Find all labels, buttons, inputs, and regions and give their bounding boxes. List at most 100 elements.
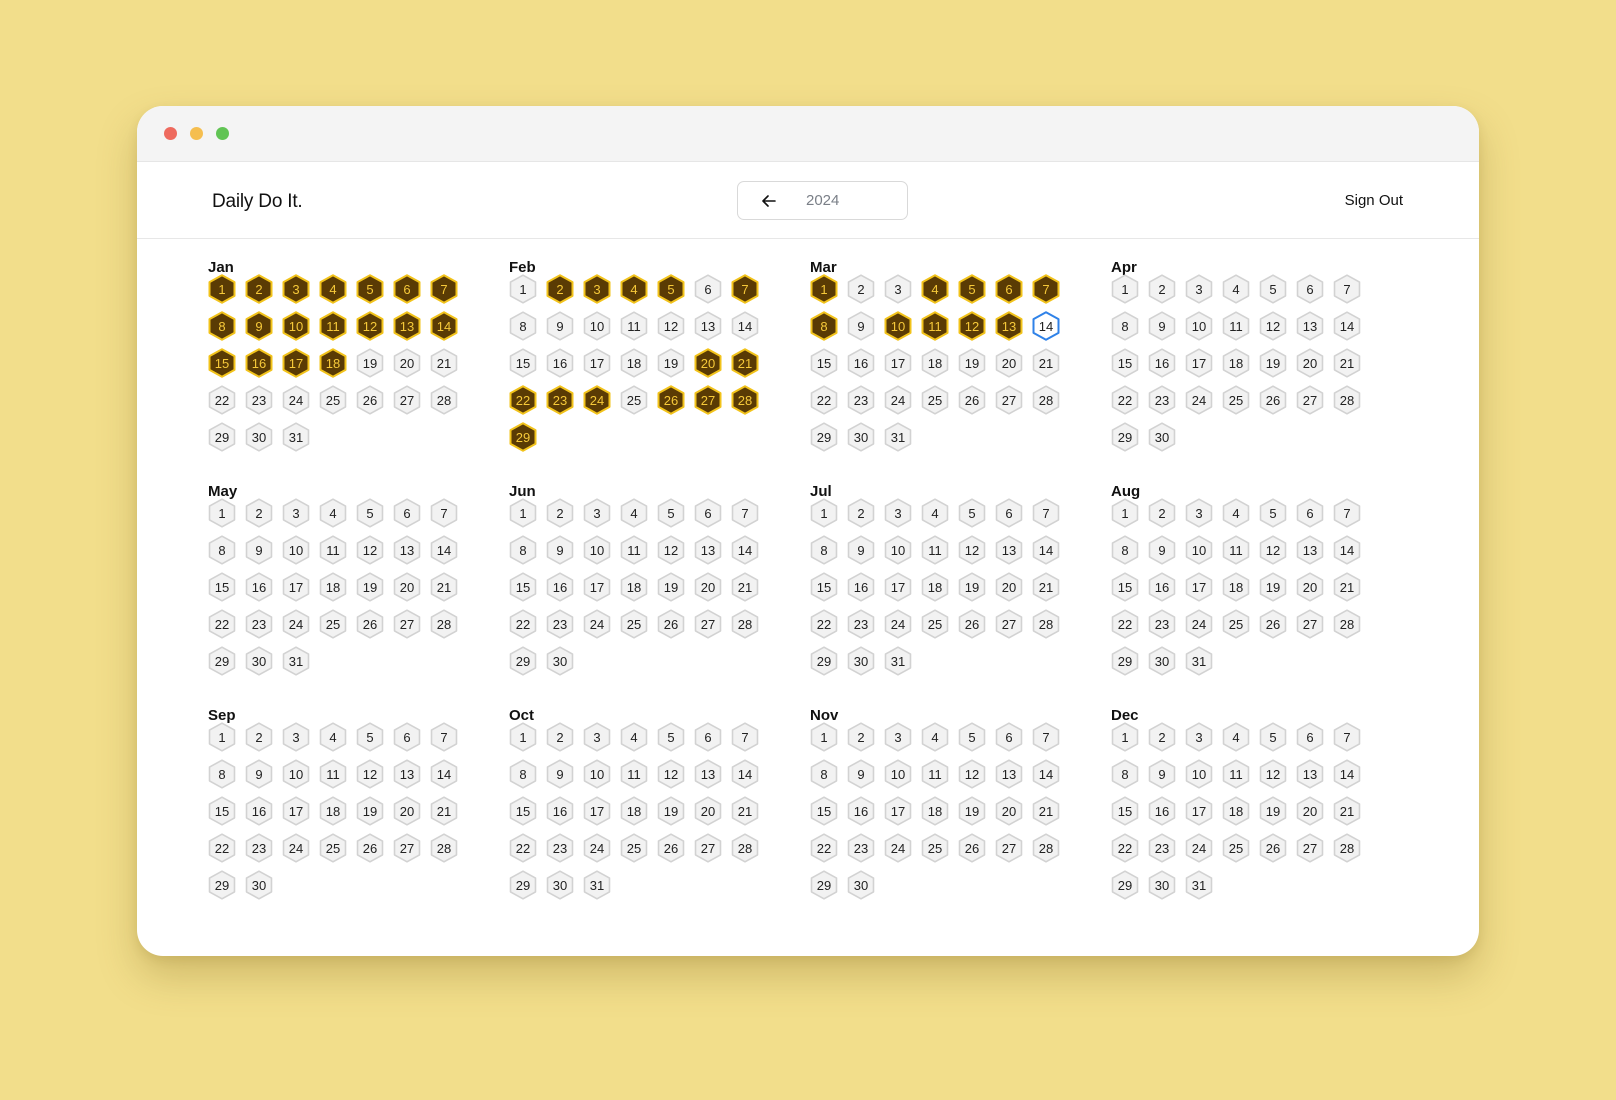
day-cell[interactable]: 28 <box>1331 608 1363 640</box>
day-cell[interactable]: 12 <box>655 758 687 790</box>
day-cell[interactable]: 15 <box>507 347 539 379</box>
day-cell-completed[interactable]: 2 <box>243 273 275 305</box>
day-cell-completed[interactable]: 8 <box>808 310 840 342</box>
day-cell[interactable]: 9 <box>1146 758 1178 790</box>
day-cell[interactable]: 13 <box>692 534 724 566</box>
day-cell[interactable]: 19 <box>354 347 386 379</box>
day-cell[interactable]: 26 <box>1257 608 1289 640</box>
day-cell[interactable]: 25 <box>919 832 951 864</box>
day-cell[interactable]: 20 <box>391 347 423 379</box>
day-cell[interactable]: 27 <box>1294 384 1326 416</box>
day-cell[interactable]: 26 <box>1257 384 1289 416</box>
day-cell[interactable]: 14 <box>1030 758 1062 790</box>
day-cell[interactable]: 4 <box>1220 497 1252 529</box>
day-cell[interactable]: 6 <box>993 497 1025 529</box>
day-cell-completed[interactable]: 5 <box>655 273 687 305</box>
day-cell[interactable]: 3 <box>882 273 914 305</box>
day-cell-completed[interactable]: 4 <box>919 273 951 305</box>
day-cell[interactable]: 4 <box>618 497 650 529</box>
day-cell-completed[interactable]: 27 <box>692 384 724 416</box>
day-cell[interactable]: 22 <box>206 384 238 416</box>
day-cell[interactable]: 19 <box>655 795 687 827</box>
day-cell[interactable]: 1 <box>206 721 238 753</box>
day-cell[interactable]: 17 <box>280 795 312 827</box>
day-cell[interactable]: 8 <box>507 758 539 790</box>
day-cell[interactable]: 4 <box>317 497 349 529</box>
day-cell[interactable]: 5 <box>1257 721 1289 753</box>
day-cell[interactable]: 29 <box>507 645 539 677</box>
day-cell[interactable]: 17 <box>1183 347 1215 379</box>
day-cell[interactable]: 16 <box>544 795 576 827</box>
day-cell[interactable]: 9 <box>544 310 576 342</box>
day-cell[interactable]: 28 <box>1030 608 1062 640</box>
day-cell[interactable]: 16 <box>243 795 275 827</box>
day-cell[interactable]: 18 <box>618 795 650 827</box>
day-cell[interactable]: 20 <box>692 571 724 603</box>
day-cell[interactable]: 26 <box>354 384 386 416</box>
day-cell[interactable]: 20 <box>1294 571 1326 603</box>
day-cell[interactable]: 5 <box>354 497 386 529</box>
day-cell-completed[interactable]: 26 <box>655 384 687 416</box>
day-cell[interactable]: 6 <box>391 497 423 529</box>
day-cell[interactable]: 19 <box>655 571 687 603</box>
day-cell[interactable]: 8 <box>808 534 840 566</box>
day-cell-completed[interactable]: 3 <box>280 273 312 305</box>
day-cell[interactable]: 24 <box>882 832 914 864</box>
day-cell[interactable]: 17 <box>280 571 312 603</box>
day-cell[interactable]: 31 <box>280 645 312 677</box>
day-cell[interactable]: 23 <box>544 832 576 864</box>
day-cell[interactable]: 7 <box>428 721 460 753</box>
day-cell[interactable]: 9 <box>1146 310 1178 342</box>
day-cell[interactable]: 11 <box>1220 310 1252 342</box>
day-cell-completed[interactable]: 17 <box>280 347 312 379</box>
day-cell[interactable]: 30 <box>243 869 275 901</box>
day-cell[interactable]: 20 <box>1294 795 1326 827</box>
day-cell-completed[interactable]: 8 <box>206 310 238 342</box>
day-cell[interactable]: 16 <box>1146 347 1178 379</box>
day-cell[interactable]: 3 <box>280 721 312 753</box>
day-cell[interactable]: 17 <box>1183 571 1215 603</box>
day-cell[interactable]: 18 <box>618 347 650 379</box>
day-cell[interactable]: 21 <box>1030 795 1062 827</box>
day-cell[interactable]: 11 <box>317 758 349 790</box>
day-cell[interactable]: 29 <box>808 645 840 677</box>
day-cell-completed[interactable]: 3 <box>581 273 613 305</box>
day-cell[interactable]: 18 <box>919 347 951 379</box>
day-cell[interactable]: 19 <box>1257 571 1289 603</box>
day-cell[interactable]: 24 <box>1183 832 1215 864</box>
day-cell[interactable]: 24 <box>280 384 312 416</box>
day-cell[interactable]: 24 <box>280 832 312 864</box>
close-window-button[interactable] <box>164 127 177 140</box>
day-cell[interactable]: 23 <box>845 384 877 416</box>
day-cell[interactable]: 13 <box>1294 758 1326 790</box>
day-cell[interactable]: 10 <box>581 758 613 790</box>
day-cell[interactable]: 23 <box>544 608 576 640</box>
day-cell[interactable]: 28 <box>428 608 460 640</box>
day-cell[interactable]: 25 <box>618 384 650 416</box>
day-cell-completed[interactable]: 29 <box>507 421 539 453</box>
day-cell[interactable]: 11 <box>618 310 650 342</box>
day-cell-completed[interactable]: 22 <box>507 384 539 416</box>
day-cell[interactable]: 17 <box>882 347 914 379</box>
day-cell[interactable]: 2 <box>1146 721 1178 753</box>
day-cell[interactable]: 14 <box>1331 310 1363 342</box>
day-cell[interactable]: 20 <box>692 795 724 827</box>
day-cell[interactable]: 4 <box>919 497 951 529</box>
day-cell[interactable]: 7 <box>428 497 460 529</box>
day-cell[interactable]: 23 <box>845 832 877 864</box>
day-cell[interactable]: 8 <box>1109 534 1141 566</box>
day-cell-completed[interactable]: 11 <box>317 310 349 342</box>
day-cell[interactable]: 14 <box>729 310 761 342</box>
day-cell[interactable]: 27 <box>692 832 724 864</box>
day-cell-completed[interactable]: 15 <box>206 347 238 379</box>
day-cell[interactable]: 27 <box>391 608 423 640</box>
day-cell[interactable]: 15 <box>808 795 840 827</box>
day-cell[interactable]: 31 <box>280 421 312 453</box>
day-cell[interactable]: 9 <box>845 310 877 342</box>
day-cell[interactable]: 5 <box>354 721 386 753</box>
day-cell[interactable]: 28 <box>428 832 460 864</box>
day-cell[interactable]: 5 <box>655 721 687 753</box>
day-cell[interactable]: 30 <box>1146 421 1178 453</box>
day-cell[interactable]: 29 <box>1109 421 1141 453</box>
day-cell[interactable]: 22 <box>507 832 539 864</box>
